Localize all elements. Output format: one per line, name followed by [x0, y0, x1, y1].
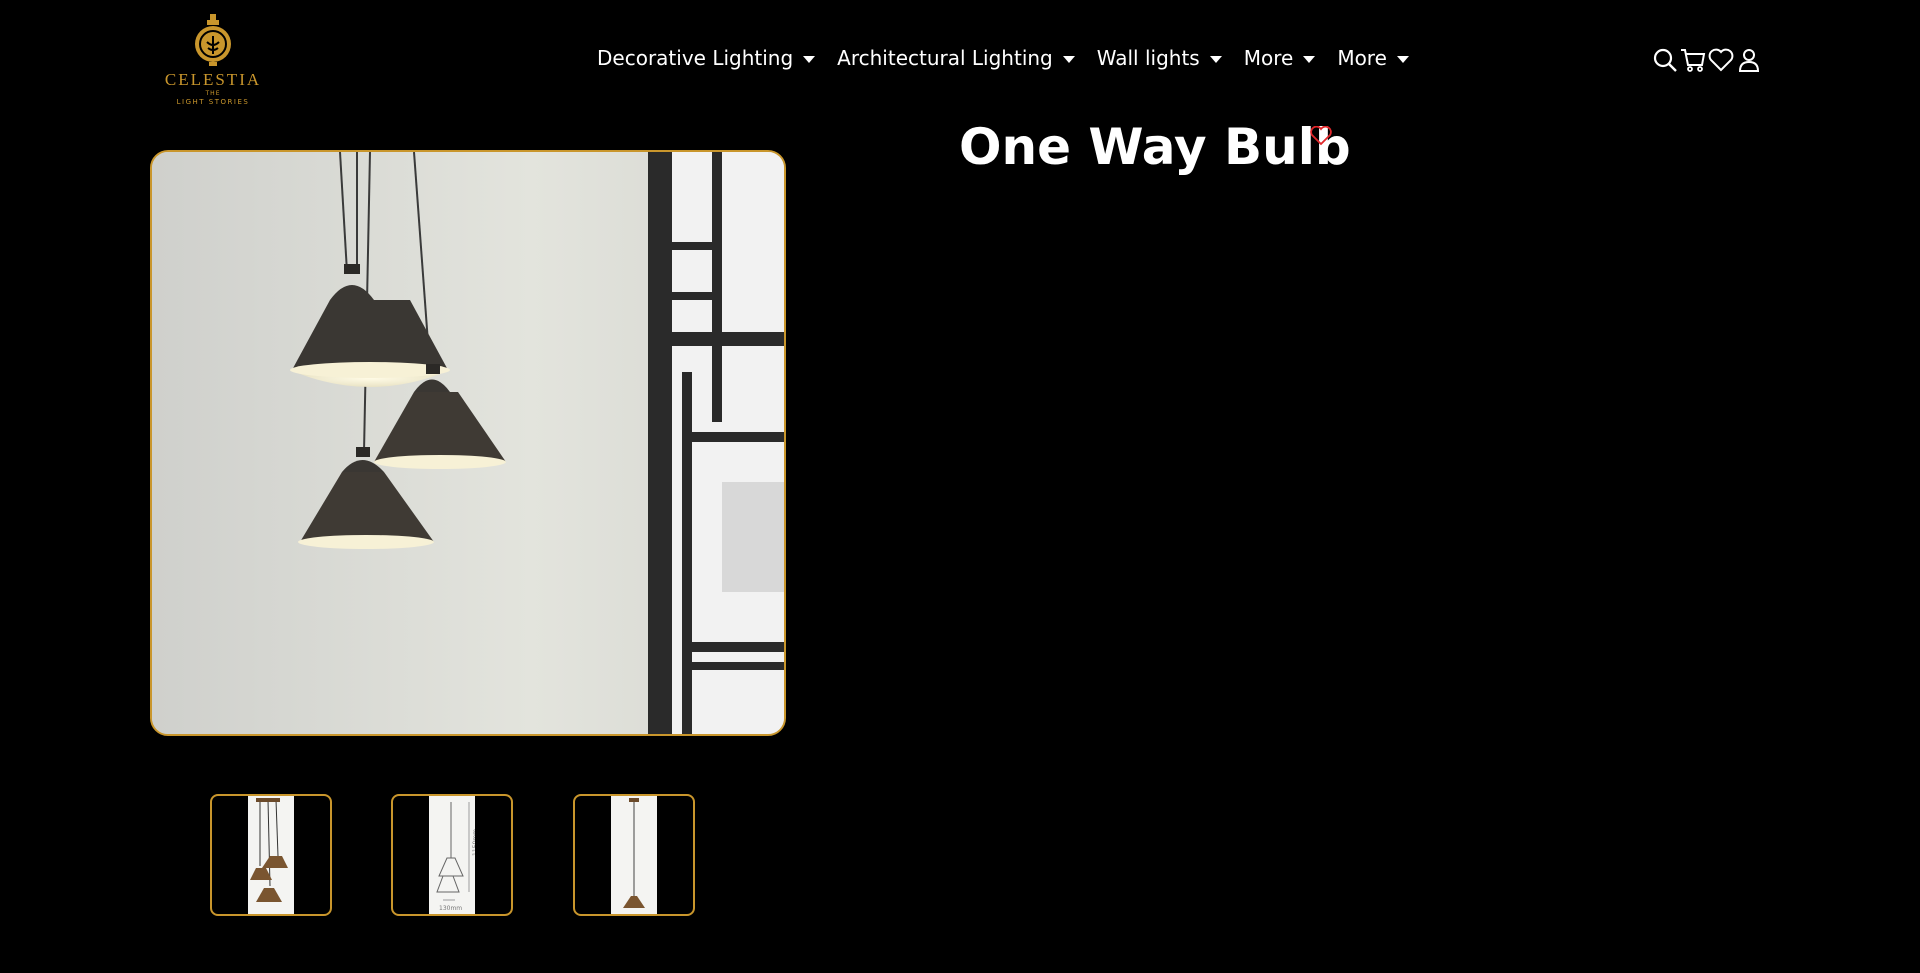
thumbnail-image — [248, 796, 294, 914]
thumbnail-1[interactable] — [210, 794, 332, 916]
pendant-lamps-photo — [152, 152, 784, 734]
header-icons — [1652, 46, 1762, 74]
nav-more-2[interactable]: More — [1337, 46, 1409, 70]
product-title: One Way Bulb — [959, 118, 1351, 176]
caret-down-icon — [803, 55, 816, 63]
caret-down-icon — [1209, 55, 1222, 63]
thumbnail-image — [611, 796, 657, 914]
site-header: CELESTIA THE LIGHT STORIES Decorative Li… — [0, 0, 1920, 120]
dim-height-label: 1150mm — [472, 829, 475, 856]
heart-icon[interactable] — [1708, 46, 1734, 74]
bulb-logo-icon — [195, 14, 231, 66]
nav-label: Wall lights — [1096, 46, 1200, 70]
nav-label: More — [1337, 46, 1387, 70]
nav-label: More — [1243, 46, 1294, 70]
caret-down-icon — [1303, 55, 1316, 63]
nav-architectural-lighting[interactable]: Architectural Lighting — [837, 46, 1075, 70]
add-to-wishlist-heart-icon[interactable] — [1310, 125, 1332, 150]
thumbnail-2[interactable]: 1150mm 130mm — [391, 794, 513, 916]
search-icon[interactable] — [1652, 46, 1678, 74]
product-main-image[interactable] — [150, 150, 786, 736]
cart-icon[interactable] — [1680, 46, 1706, 74]
dim-width-label: 130mm — [439, 905, 462, 912]
thumbnail-3[interactable] — [573, 794, 695, 916]
caret-down-icon — [1396, 55, 1409, 63]
nav-label: Architectural Lighting — [837, 46, 1053, 70]
nav-decorative-lighting[interactable]: Decorative Lighting — [597, 46, 816, 70]
nav-wall-lights[interactable]: Wall lights — [1097, 46, 1222, 70]
main-nav: Decorative Lighting Architectural Lighti… — [597, 46, 1431, 70]
caret-down-icon — [1062, 55, 1075, 63]
logo-tag-top: THE — [205, 90, 221, 97]
nav-more-1[interactable]: More — [1244, 46, 1316, 70]
logo-tag-bottom: LIGHT STORIES — [176, 98, 250, 106]
nav-label: Decorative Lighting — [597, 46, 794, 70]
user-icon[interactable] — [1736, 46, 1762, 74]
logo-brand-text: CELESTIA — [164, 70, 262, 89]
thumbnail-image: 1150mm 130mm — [429, 796, 479, 914]
site-logo[interactable]: CELESTIA THE LIGHT STORIES — [160, 12, 266, 112]
